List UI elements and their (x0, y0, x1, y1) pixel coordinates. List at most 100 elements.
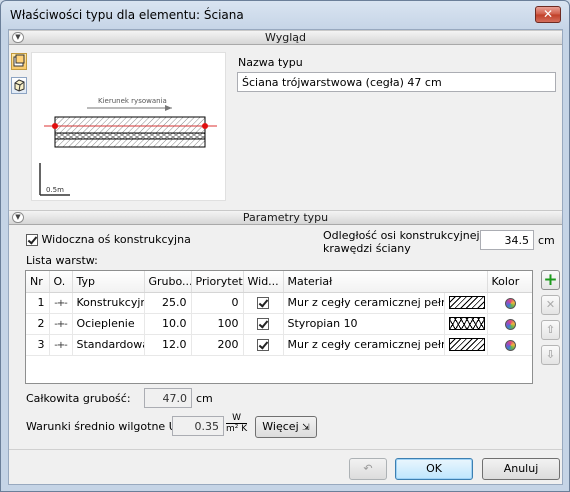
row-priority[interactable]: 200 (191, 334, 244, 356)
layer-2-shape (54, 132, 206, 140)
cancel-button[interactable]: Anuluj (482, 458, 560, 480)
col-priority[interactable]: Priorytet (191, 271, 244, 293)
row-color[interactable] (487, 292, 532, 314)
ok-button-label: OK (426, 462, 442, 475)
orientation-icon[interactable]: -+- (49, 292, 73, 314)
row-nr: 1 (26, 292, 50, 314)
offset-input[interactable]: 34.5 (480, 230, 534, 250)
row-type[interactable]: Konstrukcyjna (72, 292, 145, 314)
row-visible[interactable] (243, 292, 284, 314)
layers-2d-icon (13, 54, 25, 67)
col-type[interactable]: Typ (72, 271, 145, 293)
reset-button[interactable]: ↶ (349, 458, 387, 480)
row-color[interactable] (487, 334, 532, 356)
type-name-label: Nazwa typu (238, 56, 303, 69)
row-type[interactable]: Standardowa (72, 334, 145, 356)
layer-1-shape (54, 116, 206, 134)
row-hatch (444, 313, 488, 335)
undo-icon: ↶ (363, 462, 373, 475)
row-visible-checkbox[interactable] (257, 339, 269, 351)
row-thickness[interactable]: 25.0 (144, 292, 192, 314)
total-thickness-label: Całkowita grubość: (26, 392, 131, 405)
params-section-header[interactable]: ▼ Parametry typu (9, 210, 562, 225)
offset-unit: cm (538, 234, 555, 247)
row-visible-checkbox[interactable] (257, 318, 269, 330)
window-title: Właściwości typu dla elementu: Ściana (10, 8, 244, 22)
cube-3d-icon (14, 79, 25, 92)
cancel-button-label: Anuluj (503, 462, 539, 475)
axis-end-point (202, 123, 208, 129)
u-unit-denominator: m² K (226, 423, 248, 434)
direction-label: Kierunek rysowania (98, 97, 167, 105)
more-button[interactable]: Więcej ⇲ (255, 416, 317, 438)
close-icon: ✕ (542, 7, 554, 21)
layers-header-row: Nr O. Typ Grubo... Priorytet Wid... Mate… (26, 271, 532, 293)
total-thickness-value: 47.0 (144, 388, 192, 408)
appearance-section-header[interactable]: ▼ Wygląd (9, 30, 562, 45)
row-type[interactable]: Ocieplenie (72, 313, 145, 335)
row-thickness[interactable]: 10.0 (144, 313, 192, 335)
open-details-icon: ⇲ (302, 423, 310, 433)
row-material[interactable]: Mur z cegły ceramicznej pełnej (283, 292, 445, 314)
view-3d-button[interactable] (11, 77, 27, 94)
col-thickness[interactable]: Grubo... (144, 271, 192, 293)
table-row[interactable]: 1 -+- Konstrukcyjna 25.0 0 Mur z cegły c… (26, 292, 532, 314)
table-row[interactable]: 2 -+- Ocieplenie 10.0 100 Styropian 10 (26, 313, 532, 335)
row-material[interactable]: Mur z cegły ceramicznej pełnej (283, 334, 445, 356)
arrow-down-icon: ⇩ (545, 348, 556, 361)
direction-arrow-head (165, 105, 172, 111)
move-down-button[interactable]: ⇩ (541, 345, 560, 365)
type-name-input[interactable]: Ściana trójwarstwowa (cegła) 47 cm (237, 72, 556, 92)
ok-button[interactable]: OK (395, 458, 473, 480)
col-nr[interactable]: Nr (26, 271, 50, 293)
col-visible[interactable]: Wid... (243, 271, 284, 293)
row-hatch (444, 334, 488, 356)
axis-visible-option[interactable]: Widoczna oś konstrukcyjna (26, 233, 191, 246)
row-nr: 2 (26, 313, 50, 335)
row-color[interactable] (487, 313, 532, 335)
orientation-icon[interactable]: -+- (49, 334, 73, 356)
title-bar[interactable]: Właściwości typu dla elementu: Ściana ✕ (1, 1, 569, 29)
color-palette-icon[interactable] (505, 339, 517, 351)
layers-title: Lista warstw: (26, 254, 98, 267)
row-material[interactable]: Styropian 10 (283, 313, 445, 335)
offset-label-line2: krawędzi ściany (323, 242, 411, 255)
dialog-footer: ↶ OK Anuluj (9, 449, 562, 484)
close-button[interactable]: ✕ (535, 6, 561, 23)
view-2d-button[interactable] (11, 53, 27, 70)
row-visible[interactable] (243, 334, 284, 356)
col-material[interactable]: Materiał (283, 271, 488, 293)
total-thickness-unit: cm (196, 392, 213, 405)
row-visible-checkbox[interactable] (257, 297, 269, 309)
brick-hatch-swatch (448, 338, 485, 352)
scale-label: 0.5m (46, 186, 64, 194)
styrofoam-hatch-swatch (448, 317, 485, 331)
move-up-button[interactable]: ⇧ (541, 320, 560, 340)
u-unit-numerator: W (232, 413, 242, 423)
add-layer-button[interactable]: + (541, 270, 560, 290)
row-hatch (444, 292, 488, 314)
u-value-unit: W m² K (226, 413, 248, 434)
row-priority[interactable]: 100 (191, 313, 244, 335)
plus-icon: + (543, 270, 558, 290)
arrow-up-icon: ⇧ (545, 323, 556, 336)
col-orientation[interactable]: O. (49, 271, 73, 293)
layers-table[interactable]: Nr O. Typ Grubo... Priorytet Wid... Mate… (25, 270, 533, 384)
delete-layer-button[interactable]: ✕ (541, 295, 560, 315)
params-section-title: Parametry typu (242, 211, 329, 224)
color-palette-icon[interactable] (505, 318, 517, 330)
axis-visible-checkbox[interactable] (26, 234, 38, 246)
color-palette-icon[interactable] (505, 297, 517, 309)
orientation-icon[interactable]: -+- (49, 313, 73, 335)
row-thickness[interactable]: 12.0 (144, 334, 192, 356)
dialog-window: Właściwości typu dla elementu: Ściana ✕ … (0, 0, 570, 492)
col-color[interactable]: Kolor (487, 271, 532, 293)
layer-3-shape (54, 138, 206, 148)
dialog-body: ▼ Wygląd Kierunek rysowania 0.5m Nazwa t… (8, 29, 563, 485)
u-value-label: Warunki średnio wilgotne U = (26, 420, 190, 433)
row-visible[interactable] (243, 313, 284, 335)
axis-start-point (52, 123, 58, 129)
row-priority[interactable]: 0 (191, 292, 244, 314)
brick-hatch-swatch (448, 296, 485, 310)
table-row[interactable]: 3 -+- Standardowa 12.0 200 Mur z cegły c… (26, 334, 532, 356)
